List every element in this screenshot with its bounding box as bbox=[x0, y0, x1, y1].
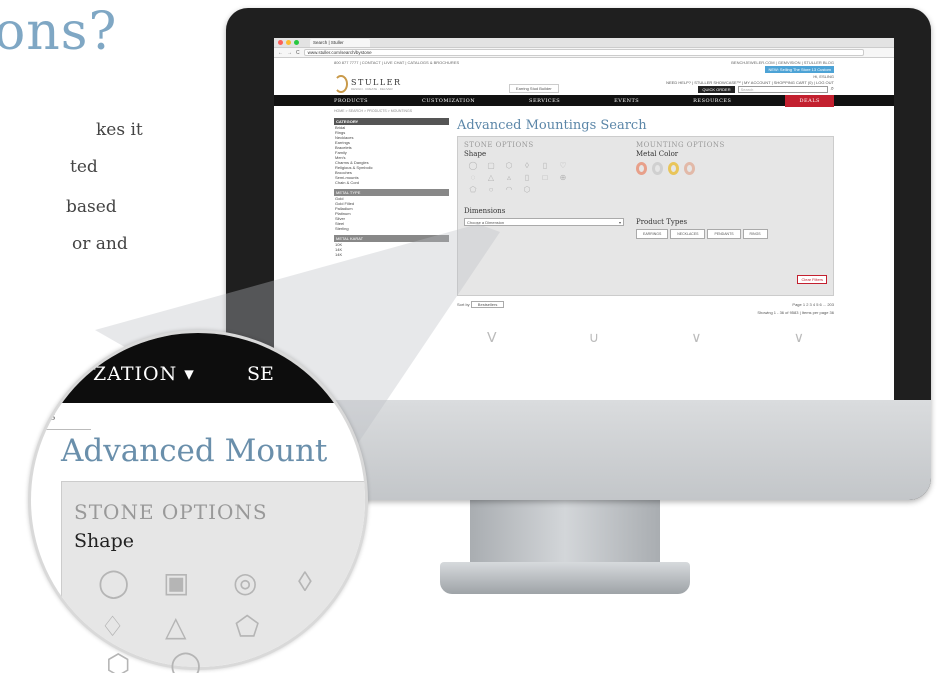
magnified-trillion-shape-icon: △ bbox=[165, 611, 187, 642]
magnified-title: Advanced Mount bbox=[61, 433, 328, 469]
magnified-triangle-shape-icon: ⬠ bbox=[235, 611, 260, 642]
magnified-stone-options: STONE OPTIONS bbox=[74, 500, 268, 524]
magnified-pear-shape-icon: ♢ bbox=[100, 611, 126, 642]
magnified-cushion-shape-icon: ◎ bbox=[233, 567, 258, 598]
magnified-nav-customization: ZATION ▾ bbox=[93, 363, 195, 385]
magnified-nav: ZATION ▾ SE bbox=[31, 333, 365, 403]
magnified-shape-label: Shape bbox=[74, 530, 134, 552]
magnified-divider bbox=[31, 429, 91, 430]
page: ons? kes it ted based or and Search | St… bbox=[0, 0, 937, 673]
magnified-nav-services: SE bbox=[247, 363, 274, 385]
magnified-princess-shape-icon: ▣ bbox=[163, 567, 190, 598]
magnified-oval-shape-icon: ◯ bbox=[170, 649, 202, 673]
magnified-round-shape-icon: ◯ bbox=[98, 567, 130, 598]
magnified-breadcrumb-fragment: s bbox=[49, 409, 56, 424]
magnified-marquise-shape-icon: ◊ bbox=[298, 566, 312, 597]
magnified-kite-shape-icon: ⬡ bbox=[106, 649, 131, 673]
